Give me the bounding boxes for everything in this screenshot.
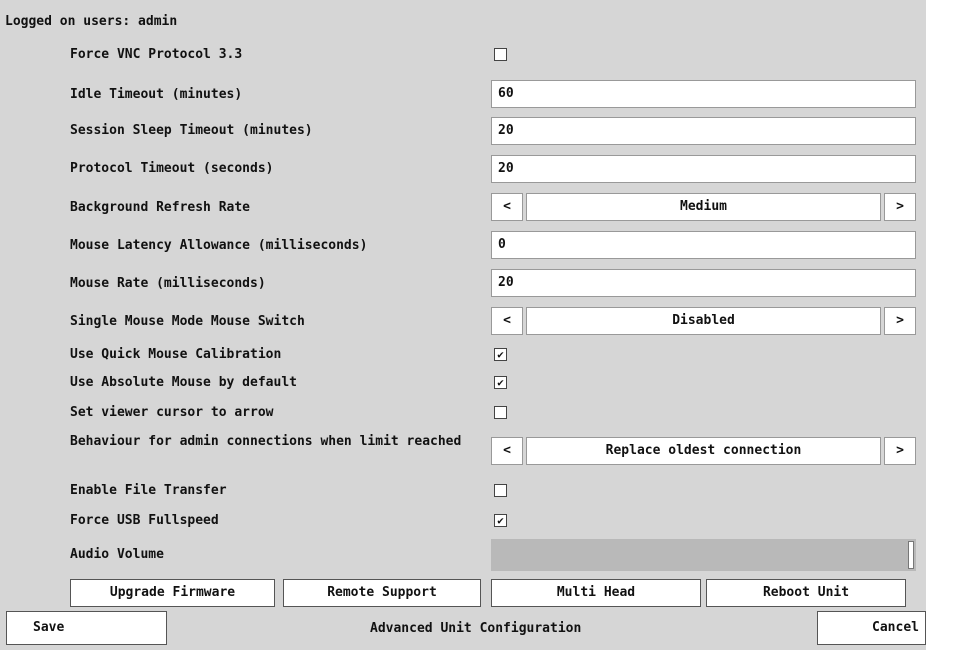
single-mouse-value: Disabled <box>526 307 881 335</box>
multi-head-button[interactable]: Multi Head <box>491 579 701 607</box>
admin-limit-next-button[interactable]: > <box>884 437 916 465</box>
usb-fullspeed-checkbox[interactable]: ✔ <box>494 514 507 527</box>
force-vnc-checkbox[interactable] <box>494 48 507 61</box>
bg-refresh-value: Medium <box>526 193 881 221</box>
cancel-button[interactable]: Cancel <box>817 611 926 645</box>
upgrade-firmware-button[interactable]: Upgrade Firmware <box>70 579 275 607</box>
bg-refresh-prev-button[interactable]: < <box>491 193 523 221</box>
file-transfer-label: Enable File Transfer <box>70 483 227 498</box>
admin-limit-selector: < Replace oldest connection > <box>491 437 916 465</box>
mouse-rate-label: Mouse Rate (milliseconds) <box>70 276 266 291</box>
file-transfer-checkbox[interactable] <box>494 484 507 497</box>
single-mouse-next-button[interactable]: > <box>884 307 916 335</box>
mouse-latency-input[interactable]: 0 <box>491 231 916 259</box>
admin-limit-value: Replace oldest connection <box>526 437 881 465</box>
dialog-title: Advanced Unit Configuration <box>370 621 582 636</box>
single-mouse-label: Single Mouse Mode Mouse Switch <box>70 314 305 329</box>
config-window: Logged on users: admin Force VNC Protoco… <box>0 0 926 650</box>
reboot-unit-button[interactable]: Reboot Unit <box>706 579 906 607</box>
audio-volume-slider[interactable] <box>491 539 916 571</box>
cursor-arrow-label: Set viewer cursor to arrow <box>70 405 274 420</box>
force-vnc-label: Force VNC Protocol 3.3 <box>70 47 243 62</box>
absolute-mouse-label: Use Absolute Mouse by default <box>70 375 297 390</box>
session-sleep-input[interactable]: 20 <box>491 117 916 145</box>
logged-on-users: Logged on users: admin <box>5 14 178 29</box>
admin-limit-label: Behaviour for admin connections when lim… <box>70 434 462 449</box>
quick-calibration-label: Use Quick Mouse Calibration <box>70 347 282 362</box>
idle-timeout-input[interactable]: 60 <box>491 80 916 108</box>
bg-refresh-label: Background Refresh Rate <box>70 200 251 215</box>
remote-support-button[interactable]: Remote Support <box>283 579 481 607</box>
admin-limit-prev-button[interactable]: < <box>491 437 523 465</box>
single-mouse-prev-button[interactable]: < <box>491 307 523 335</box>
usb-fullspeed-label: Force USB Fullspeed <box>70 513 219 528</box>
bg-refresh-selector: < Medium > <box>491 193 916 221</box>
absolute-mouse-checkbox[interactable]: ✔ <box>494 376 507 389</box>
cursor-arrow-checkbox[interactable] <box>494 406 507 419</box>
save-button[interactable]: Save <box>6 611 167 645</box>
protocol-timeout-input[interactable]: 20 <box>491 155 916 183</box>
protocol-timeout-label: Protocol Timeout (seconds) <box>70 161 274 176</box>
mouse-rate-input[interactable]: 20 <box>491 269 916 297</box>
audio-volume-label: Audio Volume <box>70 547 164 562</box>
mouse-latency-label: Mouse Latency Allowance (milliseconds) <box>70 238 368 253</box>
bg-refresh-next-button[interactable]: > <box>884 193 916 221</box>
idle-timeout-label: Idle Timeout (minutes) <box>70 87 243 102</box>
session-sleep-label: Session Sleep Timeout (minutes) <box>70 123 313 138</box>
quick-calibration-checkbox[interactable]: ✔ <box>494 348 507 361</box>
single-mouse-selector: < Disabled > <box>491 307 916 335</box>
audio-volume-slider-thumb[interactable] <box>908 541 914 569</box>
